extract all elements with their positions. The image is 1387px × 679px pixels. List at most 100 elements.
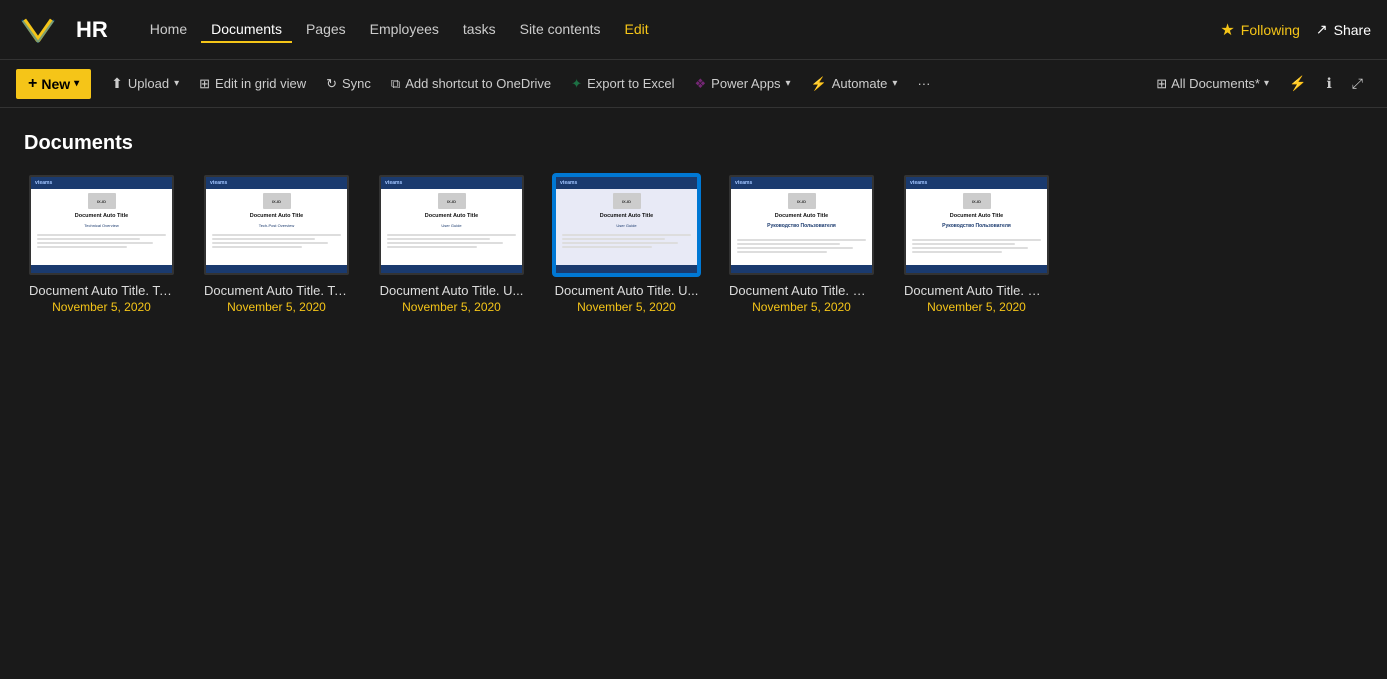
document-item[interactable]: vteams IX-ID Document Auto Title User Gu… — [374, 175, 529, 314]
nav-home[interactable]: Home — [140, 17, 197, 43]
thumb-footer — [31, 265, 172, 273]
thumb-footer — [381, 265, 522, 273]
document-item[interactable]: vteams IX-ID Document Auto Title Руковод… — [899, 175, 1054, 314]
nav-employees[interactable]: Employees — [360, 17, 449, 43]
nav-documents[interactable]: Documents — [201, 17, 292, 43]
star-icon: ★ — [1220, 20, 1234, 40]
thumb-line — [212, 234, 341, 236]
main-nav: Home Documents Pages Employees tasks Sit… — [140, 17, 659, 43]
upload-label: Upload — [128, 76, 169, 91]
thumb-line — [37, 246, 127, 248]
document-date: November 5, 2020 — [577, 300, 676, 314]
document-item[interactable]: vteams IX-ID Document Auto Title User Gu… — [549, 175, 704, 314]
info-button[interactable]: ℹ — [1318, 71, 1339, 96]
thumb-logo: vteams — [35, 180, 52, 186]
nav-edit[interactable]: Edit — [615, 17, 659, 43]
thumb-line — [387, 238, 490, 240]
document-thumbnail: vteams IX-ID Document Auto Title Technic… — [29, 175, 174, 275]
thumb-line — [37, 242, 153, 244]
plus-icon: + — [28, 75, 37, 93]
power-apps-icon: ❖ — [695, 76, 707, 92]
power-apps-chevron-icon: ▾ — [786, 78, 791, 89]
new-button[interactable]: + New ▾ — [16, 69, 91, 99]
thumb-body: IX-ID Document Auto Title User Guide — [381, 189, 522, 265]
site-logo[interactable] — [16, 8, 60, 52]
document-thumbnail: vteams IX-ID Document Auto Title User Gu… — [379, 175, 524, 275]
nav-tasks[interactable]: tasks — [453, 17, 506, 43]
document-item[interactable]: vteams IX-ID Document Auto Title Technic… — [24, 175, 179, 314]
document-date: November 5, 2020 — [927, 300, 1026, 314]
thumb-body: IX-ID Document Auto Title Tech-Post Over… — [206, 189, 347, 265]
thumb-line — [737, 247, 853, 249]
upload-chevron-icon: ▾ — [174, 78, 179, 89]
section-title: Documents — [24, 132, 1363, 155]
automate-button[interactable]: ⚡ Automate ▾ — [803, 72, 906, 96]
thumb-line — [912, 239, 1041, 241]
thumb-line — [737, 251, 827, 253]
thumb-body: IX-ID Document Auto Title Руководство По… — [731, 189, 872, 265]
thumb-body: IX-ID Document Auto Title Technical Over… — [31, 189, 172, 265]
sync-button[interactable]: ↻ Sync — [318, 72, 379, 96]
thumb-logo: vteams — [560, 180, 577, 186]
document-name: Document Auto Title. Ру... — [729, 283, 874, 298]
toolbar-right: ⊞ All Documents* ▾ ⚡ ℹ ⤢ — [1148, 71, 1371, 96]
more-button[interactable]: ··· — [909, 72, 938, 95]
filter-icon: ⚡ — [1289, 75, 1306, 92]
thumb-line — [562, 242, 678, 244]
thumb-line — [737, 239, 866, 241]
thumb-line — [737, 243, 840, 245]
automate-icon: ⚡ — [811, 76, 827, 92]
thumb-badge-text: IX-ID — [797, 199, 806, 204]
thumb-badge-text: IX-ID — [97, 199, 106, 204]
nav-pages[interactable]: Pages — [296, 17, 356, 43]
document-item[interactable]: vteams IX-ID Document Auto Title Tech-Po… — [199, 175, 354, 314]
power-apps-button[interactable]: ❖ Power Apps ▾ — [687, 72, 799, 96]
thumb-badge-text: IX-ID — [447, 199, 456, 204]
document-thumbnail: vteams IX-ID Document Auto Title Руковод… — [904, 175, 1049, 275]
nav-site-contents[interactable]: Site contents — [510, 17, 611, 43]
automate-label: Automate — [832, 76, 888, 91]
shortcut-button[interactable]: ⧉ Add shortcut to OneDrive — [383, 72, 559, 96]
shortcut-icon: ⧉ — [391, 76, 400, 92]
sync-label: Sync — [342, 76, 371, 91]
thumb-header: vteams — [31, 177, 172, 189]
filter-button[interactable]: ⚡ — [1281, 71, 1314, 96]
edit-grid-button[interactable]: ⊞ Edit in grid view — [191, 72, 314, 96]
thumb-line — [37, 238, 140, 240]
thumb-lines — [387, 234, 516, 250]
edit-grid-label: Edit in grid view — [215, 76, 306, 91]
document-date: November 5, 2020 — [752, 300, 851, 314]
share-icon: ↗ — [1316, 21, 1328, 38]
document-grid: vteams IX-ID Document Auto Title Technic… — [24, 175, 1363, 314]
thumb-line — [387, 234, 516, 236]
thumb-line — [912, 251, 1002, 253]
document-name: Document Auto Title. Ру... — [904, 283, 1049, 298]
thumb-badge: IX-ID — [963, 193, 991, 209]
export-button[interactable]: ✦ Export to Excel — [563, 72, 682, 96]
thumb-badge: IX-ID — [88, 193, 116, 209]
new-chevron-icon: ▾ — [74, 78, 79, 89]
document-thumbnail: vteams IX-ID Document Auto Title User Gu… — [554, 175, 699, 275]
thumb-badge: IX-ID — [438, 193, 466, 209]
thumb-line — [212, 238, 315, 240]
document-item[interactable]: vteams IX-ID Document Auto Title Руковод… — [724, 175, 879, 314]
excel-icon: ✦ — [571, 76, 582, 92]
thumb-title: Document Auto Title — [250, 213, 303, 220]
all-docs-button[interactable]: ⊞ All Documents* ▾ — [1148, 72, 1277, 96]
thumb-badge: IX-ID — [613, 193, 641, 209]
thumb-title: Document Auto Title — [425, 213, 478, 220]
all-docs-label: All Documents* — [1171, 76, 1260, 91]
upload-button[interactable]: ⬆ Upload ▾ — [103, 71, 187, 96]
thumb-line — [562, 234, 691, 236]
following-label: Following — [1241, 22, 1300, 38]
document-thumbnail: vteams IX-ID Document Auto Title Руковод… — [729, 175, 874, 275]
thumb-footer — [906, 265, 1047, 273]
following-button[interactable]: ★ Following — [1220, 20, 1299, 40]
thumb-line — [912, 247, 1028, 249]
thumb-title: Document Auto Title — [775, 213, 828, 220]
grid-icon: ⊞ — [199, 76, 210, 92]
expand-button[interactable]: ⤢ — [1344, 71, 1371, 96]
share-button[interactable]: ↗ Share — [1316, 21, 1371, 38]
thumb-line — [912, 243, 1015, 245]
document-name: Document Auto Title. U... — [379, 283, 524, 298]
